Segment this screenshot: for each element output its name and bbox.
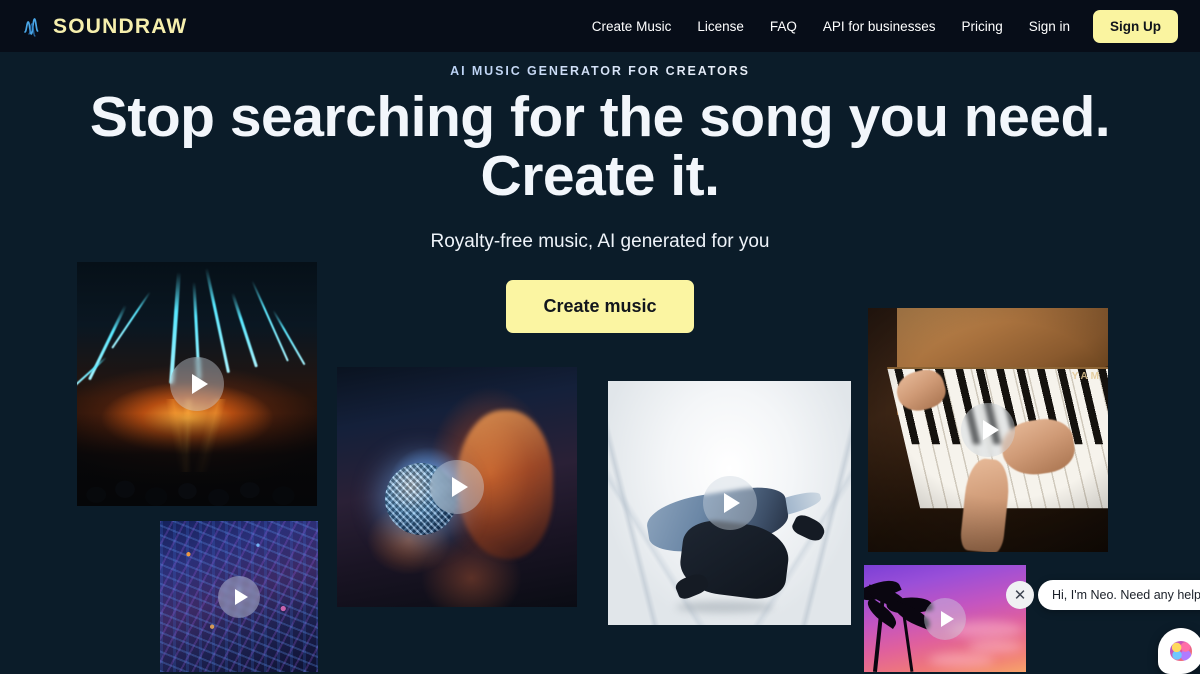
play-icon[interactable] <box>702 476 757 530</box>
close-icon[interactable]: ✕ <box>1006 581 1034 609</box>
play-icon[interactable] <box>924 597 966 640</box>
nav-item-api-for-businesses[interactable]: API for businesses <box>810 13 949 40</box>
nav-item-pricing[interactable]: Pricing <box>948 13 1015 40</box>
play-icon[interactable] <box>961 403 1015 457</box>
nav-item-license[interactable]: License <box>684 13 757 40</box>
play-icon[interactable] <box>218 575 260 618</box>
logo[interactable]: SOUNDRAW <box>24 14 187 38</box>
video-card-piano[interactable]: YAM <box>868 308 1108 552</box>
site-header: SOUNDRAW Create Music License FAQ API fo… <box>0 0 1200 52</box>
video-card-grid: YAM <box>0 0 1200 672</box>
video-card-disco-ball[interactable] <box>337 367 577 607</box>
nav-item-faq[interactable]: FAQ <box>757 13 810 40</box>
sign-up-button[interactable]: Sign Up <box>1093 9 1178 43</box>
video-card-palm-sunset[interactable] <box>864 565 1026 672</box>
main-nav: Create Music License FAQ API for busines… <box>579 9 1178 43</box>
chat-launcher-button[interactable] <box>1158 628 1200 674</box>
create-music-button[interactable]: Create music <box>506 280 694 334</box>
waveform-icon <box>24 18 39 37</box>
nav-item-sign-in[interactable]: Sign in <box>1016 13 1083 40</box>
nav-item-create-music[interactable]: Create Music <box>579 13 685 40</box>
video-card-breakdancer[interactable] <box>608 381 851 625</box>
play-icon[interactable] <box>170 357 224 411</box>
hero-cta-wrapper: Create music <box>0 280 1200 334</box>
logo-text: SOUNDRAW <box>53 14 188 38</box>
brain-icon <box>1170 641 1192 661</box>
play-icon[interactable] <box>430 460 484 514</box>
video-card-city-night[interactable] <box>160 521 318 672</box>
chat-message-bubble[interactable]: Hi, I'm Neo. Need any help? <box>1038 580 1200 610</box>
